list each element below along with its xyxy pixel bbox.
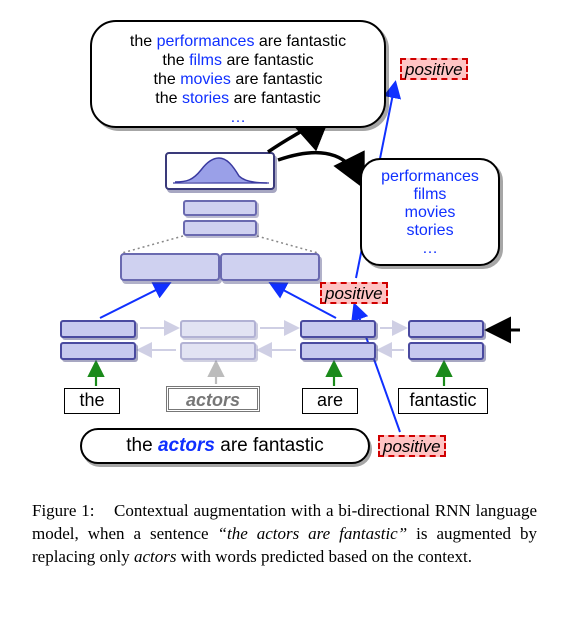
aug-line-3: the movies are fantastic	[92, 70, 384, 89]
rnn-cell-3	[300, 320, 376, 360]
context-vector-left	[120, 253, 220, 281]
label-positive-bottom: positive	[378, 435, 446, 457]
rnn-cell-2-masked	[180, 320, 256, 360]
distribution-box	[165, 152, 275, 190]
caption-italic-word: actors	[134, 547, 177, 566]
hidden-vector-1	[183, 200, 257, 216]
token-are: are	[302, 388, 358, 414]
token-the: the	[64, 388, 120, 414]
caption-fig-label: Figure 1:	[32, 501, 95, 520]
aug-line-4: the stories are fantastic	[92, 89, 384, 108]
augmented-sentences-bubble: the performances are fantastic the films…	[90, 20, 386, 128]
caption-body-3: with words predicted based on the contex…	[181, 547, 472, 566]
aug-line-1: the performances are fantastic	[92, 32, 384, 51]
pred-word-2: films	[362, 186, 498, 204]
sent-suffix: are fantastic	[215, 435, 324, 456]
sent-prefix: the	[126, 435, 158, 456]
rnn-cell-4	[408, 320, 484, 360]
hidden-vector-2	[183, 220, 257, 236]
distribution-curve-icon	[173, 156, 269, 184]
caption-quoted: “the actors are fantastic”	[218, 524, 408, 543]
pred-word-1: performances	[362, 168, 498, 186]
pred-word-3: movies	[362, 204, 498, 222]
label-positive-top: positive	[400, 58, 468, 80]
aug-line-2: the films are fantastic	[92, 51, 384, 70]
sent-target: actors	[158, 435, 215, 456]
predicted-words-bubble: performances films movies stories …	[360, 158, 500, 266]
token-actors-masked: actors	[166, 386, 260, 412]
label-positive-mid: positive	[320, 282, 388, 304]
pred-ellipsis: …	[362, 240, 498, 258]
context-vector-pair	[120, 253, 320, 285]
pred-word-4: stories	[362, 222, 498, 240]
token-fantastic: fantastic	[398, 388, 488, 414]
aug-ellipsis: …	[92, 108, 384, 127]
rnn-cell-1	[60, 320, 136, 360]
context-vector-right	[220, 253, 320, 281]
figure-diagram: the performances are fantastic the films…	[0, 0, 569, 490]
figure-caption: Figure 1: Contextual augmentation with a…	[32, 500, 537, 569]
input-sentence-pill: the actors are fantastic	[80, 428, 370, 464]
